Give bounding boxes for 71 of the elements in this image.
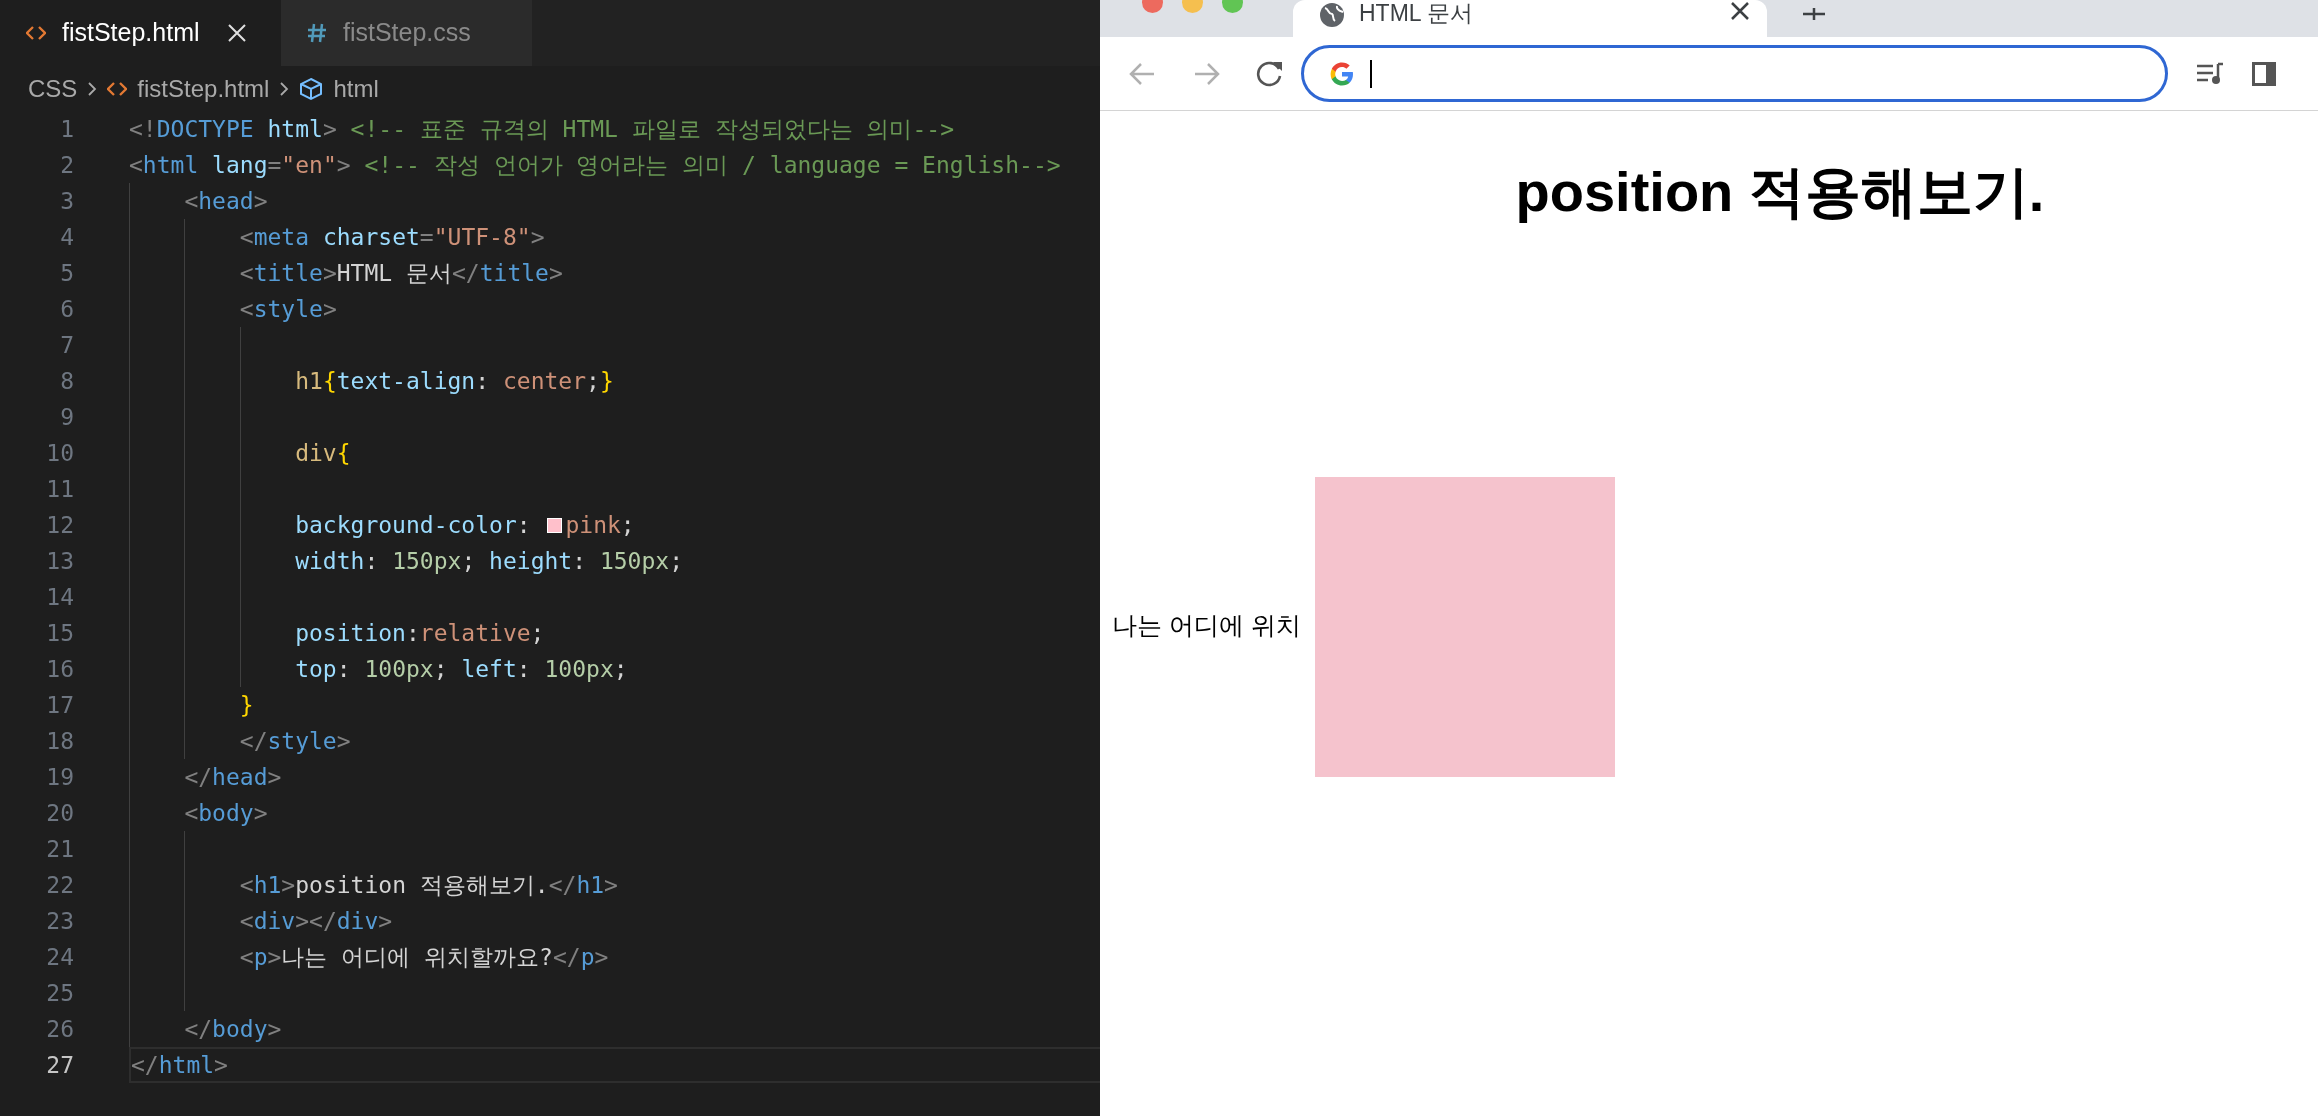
line-number: 6 [59,294,74,324]
line-number: 13 [45,546,74,576]
code-line: <head> [183,186,268,216]
code-line: <title>HTML 문서</title> [238,258,563,288]
line-number: 5 [59,258,74,288]
close-icon[interactable] [1731,2,1749,20]
browser-tab[interactable]: HTML 문서 [1293,0,1767,37]
hash-icon [307,23,327,43]
line-number: 23 [45,906,74,936]
tab-title: HTML 문서 [1359,0,1475,26]
line-number: 3 [59,186,74,216]
code-line: <body> [183,798,268,828]
breadcrumb-item[interactable]: html [333,70,379,107]
address-bar[interactable] [1301,45,2168,102]
line-number: 11 [45,474,74,504]
line-number: 17 [45,690,74,720]
code-line: <meta charset="UTF-8"> [238,222,545,252]
code-line: top: 100px; left: 100px; [294,654,628,684]
chevron-icon [87,80,98,97]
code-line: </head> [183,762,282,792]
code-line: position:relative; [294,618,545,648]
code-file-icon [26,25,46,41]
line-number: 21 [45,834,74,864]
code-line: <div></div> [238,906,393,936]
line-number: 20 [45,798,74,828]
code-line: <!DOCTYPE html> <!-- 표준 규격의 HTML 파일로 작성되었다는 의미--> [129,114,954,144]
code-line: </body> [183,1014,282,1044]
line-number: 26 [45,1014,74,1044]
line-number: 8 [59,366,74,396]
line-number: 2 [59,150,74,180]
code-file-icon [107,80,128,97]
playlist-icon[interactable] [2196,61,2224,86]
code-line: background-color: pink; [294,510,635,540]
code-line: width: 150px; height: 150px; [294,546,684,576]
paragraph-text: 나는 어디에 위치 [1112,610,1301,641]
line-number: 7 [59,330,74,360]
line-number: 25 [45,978,74,1008]
reload-icon[interactable] [1256,59,1284,88]
line-number: 24 [45,942,74,972]
code-line: </html> [131,1050,228,1080]
code-line: h1{text-align: center;} [294,366,614,396]
code-line: <style> [238,294,337,324]
breadcrumb-item[interactable]: fistStep.html [137,70,270,107]
cube-icon [299,76,324,101]
line-number: 27 [45,1050,74,1080]
editor-tab[interactable]: fistStep.html [0,0,281,66]
code-line: div{ [294,438,351,468]
line-number: 12 [45,510,74,540]
editor-tab[interactable]: fistStep.css [281,0,532,66]
side-panel-icon[interactable] [2252,61,2276,86]
line-number: 4 [59,222,74,252]
text-cursor [1370,59,1372,88]
line-number: 10 [45,438,74,468]
line-number: 1 [59,114,74,144]
code-line: } [238,690,254,720]
page-heading: position 적용해보기. [1514,159,2046,225]
line-number: 22 [45,870,74,900]
code-line: <html lang="en"> <!-- 작성 언어가 영어라는 의미 / language = English--> [129,150,1061,180]
color-swatch[interactable] [547,517,563,533]
line-number: 18 [45,726,74,756]
chevron-icon [279,80,290,97]
line-number: 15 [45,618,74,648]
breadcrumb-item[interactable]: CSS [28,70,78,107]
line-number: 14 [45,582,74,612]
code-line: <p>나는 어디에 위치할까요?</p> [238,942,609,972]
code-line: <h1>position 적용해보기.</h1> [238,870,618,900]
code-line: </style> [238,726,351,756]
globe-icon [1319,2,1345,28]
line-number: 16 [45,654,74,684]
line-number: 9 [59,402,74,432]
line-number: 19 [45,762,74,792]
